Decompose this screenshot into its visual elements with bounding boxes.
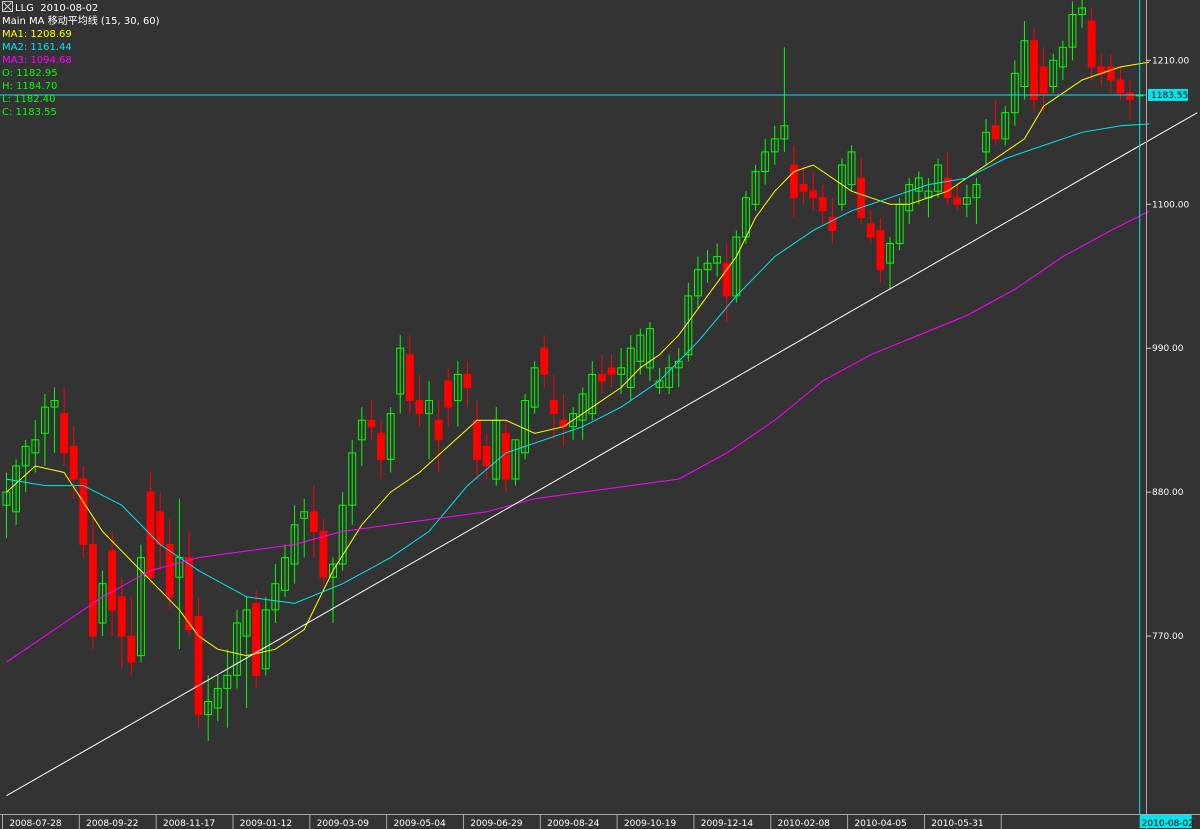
price-tick-label: 1100.00 [1152, 200, 1189, 210]
price-tick-label: 1210.00 [1152, 56, 1189, 66]
date-tick-label: 2009-06-29 [470, 819, 523, 829]
ma1-value: MA1: 1208.69 [2, 29, 72, 40]
candle-body-down [953, 197, 962, 205]
candle-body-down [540, 347, 549, 375]
close-value: C: 1183.55 [2, 107, 57, 118]
symbol-line: LLG 2010-08-02 [2, 1, 160, 15]
date-tick-label: 2009-08-24 [547, 819, 600, 829]
date-tick-label: 2009-05-04 [393, 819, 446, 829]
price-chart[interactable]: 770.00880.00990.001100.001210.00 2008-06… [0, 0, 1200, 829]
candle [252, 590, 261, 689]
candle-body-down [60, 413, 69, 454]
candle-body-down [473, 419, 482, 461]
candle-body-down [252, 602, 261, 676]
candle-body-down [799, 184, 808, 192]
candle-body-down [559, 419, 568, 428]
candle-body-down [405, 354, 414, 402]
date-tick-label: 2009-01-12 [240, 819, 292, 829]
date-tick-label: 2008-07-28 [9, 819, 62, 829]
date-tick-label: 2010-02-08 [778, 819, 831, 829]
candle-body-down [319, 530, 328, 578]
candle-body-down [309, 511, 318, 532]
candle-body-down [377, 432, 386, 460]
candle-body-down [607, 367, 616, 375]
date-tick-label: 2009-03-09 [317, 819, 370, 829]
candle [1030, 27, 1038, 113]
candle-body-down [722, 262, 731, 297]
candle-body-down [790, 164, 798, 199]
candle-body-down [434, 419, 443, 441]
candle-body-down [857, 177, 866, 218]
candle [194, 596, 203, 728]
candle-body-down [156, 511, 165, 545]
candle-body-down [866, 223, 875, 238]
candle [79, 465, 88, 558]
candle-body-down [463, 373, 472, 388]
indicator-legend: LLG 2010-08-02 Main MA 移动平均线 (15, 30, 60… [2, 1, 160, 119]
candle-body-down [1087, 20, 1096, 68]
candle-body-down [876, 229, 885, 271]
ma2-value: MA2: 1161.44 [2, 42, 72, 53]
candle-body-down [1030, 40, 1038, 101]
ma3-value: MA3: 1094.68 [2, 55, 72, 66]
candle-body-down [501, 432, 510, 480]
candle-body-down [1039, 66, 1048, 94]
candle-body-down [598, 373, 606, 382]
candle-body-down [117, 596, 126, 637]
candle-body-down [194, 615, 203, 716]
symbol-date: 2010-08-02 [40, 3, 99, 14]
high-value: H: 1184.70 [2, 81, 58, 92]
date-readout: 2010-08-02 [1142, 819, 1194, 829]
candle-body-down [367, 419, 376, 428]
candle-body-down [1116, 79, 1125, 94]
price-tick-label: 990.00 [1152, 344, 1184, 354]
candle-body-down [415, 400, 424, 415]
chart-background [0, 0, 1200, 829]
date-tick-label: 2009-12-14 [701, 819, 754, 829]
candle-body-down [69, 445, 78, 480]
date-tick-label: 2010-04-05 [854, 819, 906, 829]
date-tick-label: 2010-05-31 [931, 819, 983, 829]
close-icon[interactable] [2, 1, 13, 12]
open-value: O: 1182.95 [2, 68, 58, 79]
candle-body-down [991, 125, 1000, 140]
candle-body-down [482, 445, 491, 467]
price-tick-label: 880.00 [1152, 488, 1184, 498]
candle-body-down [818, 197, 827, 212]
candle-body-down [809, 190, 818, 199]
price-readout: 1183.55 [1151, 91, 1188, 101]
candle-body-down [89, 544, 97, 637]
date-tick-label: 2008-11-17 [163, 819, 215, 829]
candle-body-down [108, 550, 117, 611]
candle-body-down [1126, 92, 1134, 101]
low-value: L: 1182.40 [2, 94, 56, 105]
candle-body-down [127, 635, 136, 663]
candle-body-down [549, 400, 558, 415]
price-tick-label: 770.00 [1152, 632, 1184, 642]
date-tick-label: 2008-09-22 [86, 819, 138, 829]
date-tick-label: 2009-10-19 [624, 819, 677, 829]
indicator-name: Main MA 移动平均线 (15, 30, 60) [2, 16, 160, 27]
symbol-name: LLG [15, 3, 34, 14]
candle-body-down [79, 478, 88, 546]
candle-body-down [444, 380, 453, 408]
